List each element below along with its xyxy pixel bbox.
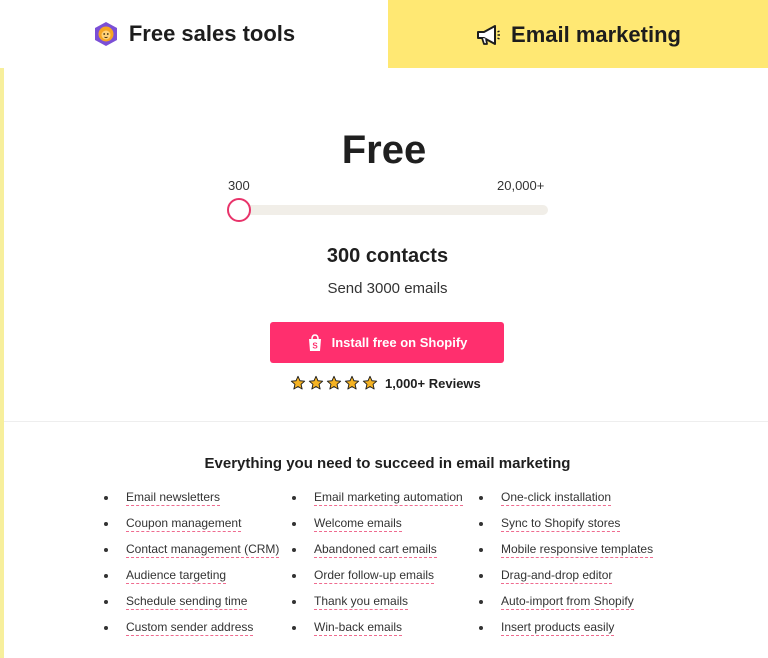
star-icon [344,375,360,390]
star-icon [362,375,378,390]
feature-item: Audience targeting [104,568,279,594]
feature-item: Thank you emails [292,594,463,620]
feature-link[interactable]: Auto-import from Shopify [501,594,634,610]
feature-link[interactable]: Custom sender address [126,620,254,636]
star-icon [308,375,324,390]
svg-text:S: S [312,341,318,350]
feature-link[interactable]: Schedule sending time [126,594,248,610]
lion-badge-icon [93,21,119,47]
shopify-bag-icon: S [307,333,323,352]
feature-link[interactable]: Insert products easily [501,620,615,636]
feature-link[interactable]: Order follow-up emails [314,568,435,584]
feature-item: Email newsletters [104,490,279,516]
feature-link[interactable]: Mobile responsive templates [501,542,654,558]
feature-item: Sync to Shopify stores [479,516,653,542]
feature-link[interactable]: Coupon management [126,516,242,532]
features-heading: Everything you need to succeed in email … [204,455,571,472]
feature-link[interactable]: Audience targeting [126,568,227,584]
feature-item: Win-back emails [292,620,463,646]
feature-link[interactable]: Abandoned cart emails [314,542,437,558]
feature-item: Drag-and-drop editor [479,568,653,594]
feature-link[interactable]: One-click installation [501,490,612,506]
feature-item: One-click installation [479,490,653,516]
feature-link[interactable]: Drag-and-drop editor [501,568,613,584]
star-icon [290,375,306,390]
tab-email-marketing[interactable]: Email marketing [388,0,768,70]
slider-min-label: 300 [228,178,250,193]
feature-item: Welcome emails [292,516,463,542]
tab-bar: Free sales tools Email marketing [0,0,768,70]
feature-item: Custom sender address [104,620,279,646]
feature-item: Mobile responsive templates [479,542,654,568]
feature-link[interactable]: Thank you emails [314,594,409,610]
star-icon [326,375,342,390]
email-allowance: Send 3000 emails [327,280,448,297]
section-divider [4,421,768,422]
features-column-1: Email newsletters Coupon management Cont… [104,490,280,646]
feature-item: Email marketing automation [292,490,463,516]
feature-link[interactable]: Contact management (CRM) [126,542,280,558]
feature-link[interactable]: Email newsletters [126,490,221,506]
feature-link[interactable]: Welcome emails [314,516,402,532]
feature-item: Auto-import from Shopify [479,594,653,620]
tab-label: Email marketing [511,22,681,47]
features-column-2: Email marketing automation Welcome email… [292,490,463,646]
feature-item: Insert products easily [479,620,653,646]
rating: 1,000+ Reviews [290,374,481,392]
feature-item: Coupon management [104,516,279,542]
tab-label: Free sales tools [128,21,296,46]
megaphone-icon [475,22,501,48]
install-button-label: Install free on Shopify [331,335,468,350]
tab-free-sales-tools[interactable]: Free sales tools [0,0,388,70]
feature-item: Schedule sending time [104,594,279,620]
contacts-count: 300 contacts [326,245,449,267]
feature-item: Contact management (CRM) [104,542,280,568]
contacts-slider-thumb[interactable] [227,198,251,222]
feature-item: Abandoned cart emails [292,542,463,568]
reviews-count: 1,000+ Reviews [385,375,481,391]
plan-price: Free [341,128,427,172]
feature-link[interactable]: Sync to Shopify stores [501,516,621,532]
feature-link[interactable]: Email marketing automation [314,490,463,506]
features-column-3: One-click installation Sync to Shopify s… [479,490,654,646]
contacts-slider-track[interactable] [230,205,548,215]
feature-item: Order follow-up emails [292,568,463,594]
install-on-shopify-button[interactable]: S Install free on Shopify [270,322,504,363]
feature-link[interactable]: Win-back emails [314,620,403,636]
slider-max-label: 20,000+ [497,178,545,193]
